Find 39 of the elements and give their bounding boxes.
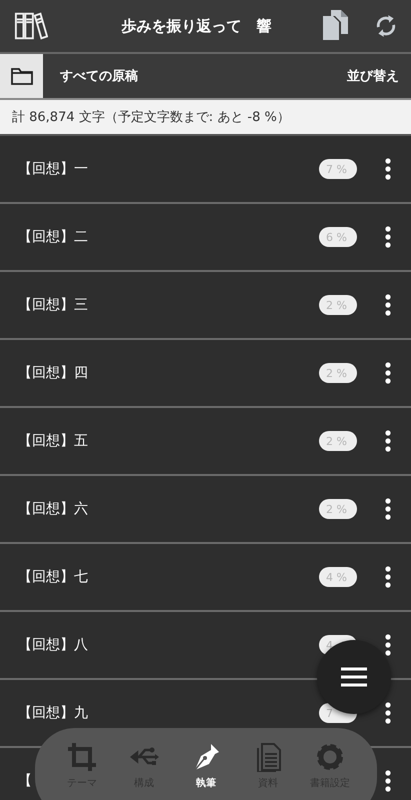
more-icon[interactable] <box>385 634 391 656</box>
manuscript-title: 【回想】三 <box>18 296 88 314</box>
more-icon[interactable] <box>385 226 391 248</box>
more-icon[interactable] <box>385 294 391 316</box>
more-icon[interactable] <box>385 430 391 452</box>
settings-icon <box>315 742 345 772</box>
bookshelf-icon[interactable] <box>14 11 48 41</box>
more-icon[interactable] <box>385 362 391 384</box>
sort-button[interactable]: 並び替え <box>335 67 411 85</box>
manuscript-title: 【回想】九 <box>18 704 88 722</box>
manuscript-title: 【回想】八 <box>18 636 88 654</box>
progress-badge: 2 % <box>319 363 357 383</box>
progress-badge: 4 % <box>319 567 357 587</box>
more-icon[interactable] <box>385 498 391 520</box>
book-title: 歩みを振り返って 響 <box>120 16 272 36</box>
folder-name: すべての原稿 <box>59 68 139 85</box>
more-icon[interactable] <box>385 770 391 792</box>
manuscript-title: 【回想】二 <box>18 228 88 246</box>
folder-button[interactable] <box>0 54 43 98</box>
more-icon[interactable] <box>385 158 391 180</box>
manuscript-title: 【回想】七 <box>18 568 88 586</box>
manuscript-title: 【回想】一 <box>18 160 88 178</box>
progress-badge: 6 % <box>319 227 357 247</box>
manuscript-title: 【回想】六 <box>18 500 88 518</box>
manuscript-title: 【回想】四 <box>18 364 88 382</box>
progress-badge: 2 % <box>319 295 357 315</box>
manuscript-title: 【 <box>18 772 32 790</box>
more-icon[interactable] <box>385 566 391 588</box>
nav-tab[interactable]: 執筆 <box>177 742 235 796</box>
progress-badge: 2 % <box>319 499 357 519</box>
folder-icon <box>10 67 32 85</box>
crop-icon <box>67 742 97 772</box>
menu-icon <box>341 667 367 687</box>
progress-badge: 2 % <box>319 431 357 451</box>
more-icon[interactable] <box>385 702 391 724</box>
progress-badge: 7 % <box>319 159 357 179</box>
copy-icon[interactable] <box>321 10 349 42</box>
manuscript-title: 【回想】五 <box>18 432 88 450</box>
word-count-summary: 計 86,874 文字（予定文字数まで: あと -8 %） <box>0 100 411 136</box>
